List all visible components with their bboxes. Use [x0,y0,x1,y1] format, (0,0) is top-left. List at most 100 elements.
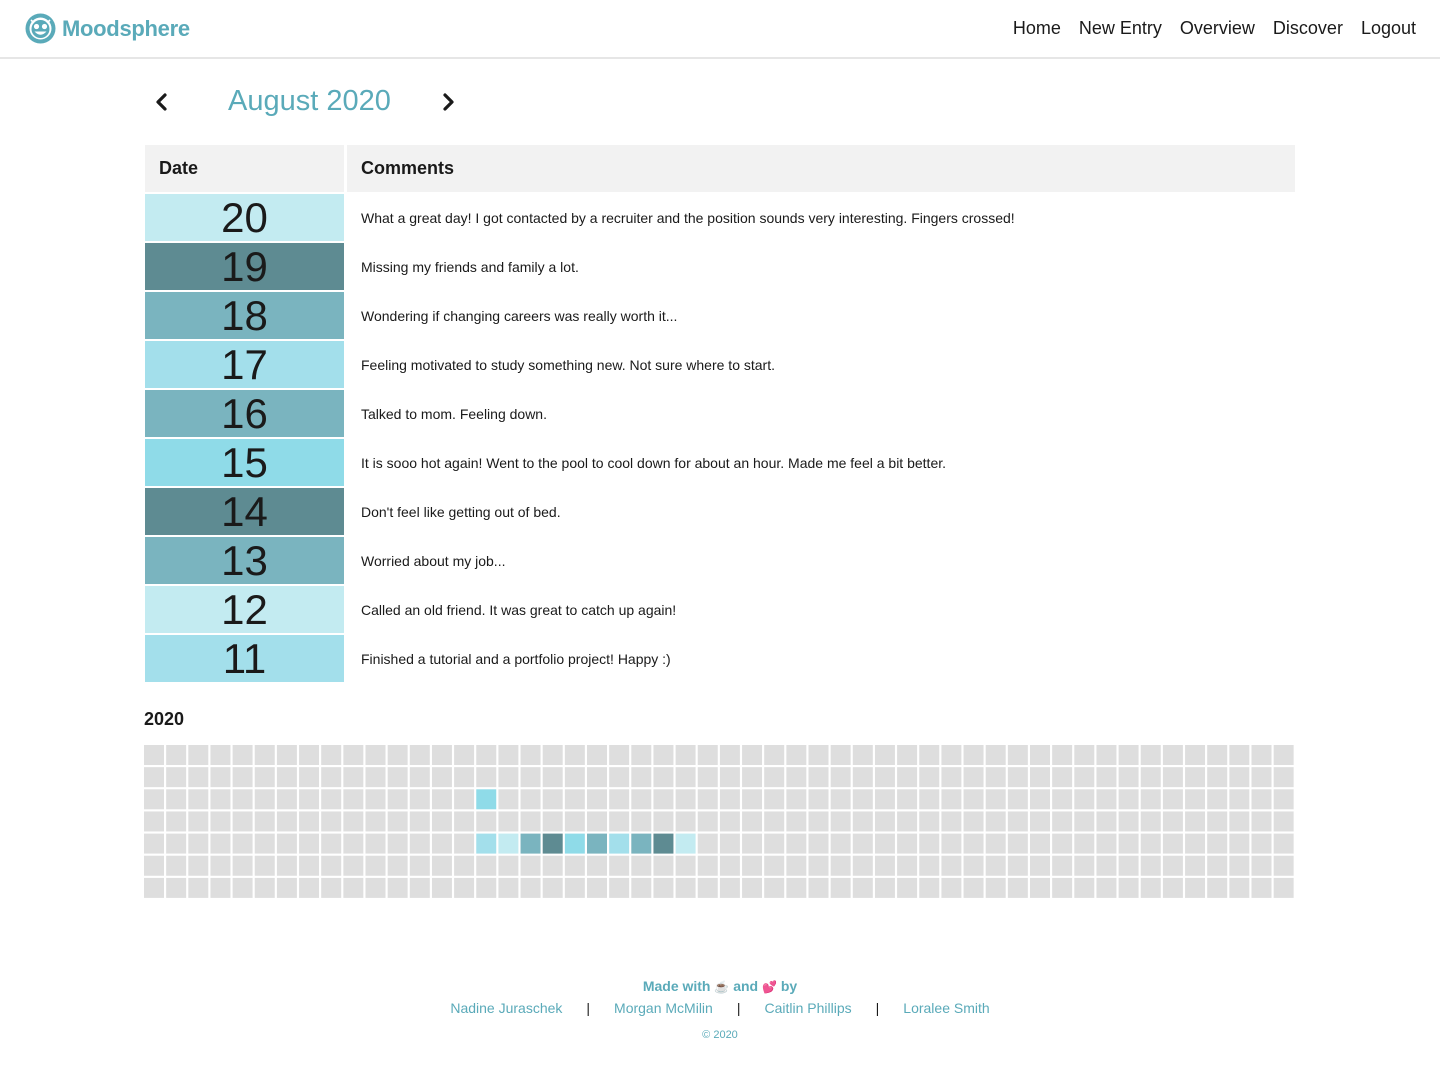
year-grid-cell[interactable] [786,855,807,876]
year-grid-cell[interactable] [697,745,718,765]
year-grid-cell[interactable] [764,767,785,788]
year-grid-cell[interactable] [786,811,807,832]
year-grid-cell[interactable] [742,811,763,832]
year-grid-cell[interactable] [874,855,895,876]
year-grid-cell[interactable] [454,745,475,765]
year-grid-cell[interactable] [343,833,364,854]
year-grid-cell[interactable] [1030,855,1050,876]
year-grid-cell[interactable] [764,833,785,854]
year-grid-cell[interactable] [564,745,585,765]
year-grid-cell[interactable] [675,767,696,788]
year-grid-cell[interactable] [1229,877,1250,898]
year-grid-cell[interactable] [1229,855,1250,876]
year-grid-cell[interactable] [409,833,430,854]
year-grid-cell[interactable] [1118,855,1139,876]
year-grid-cell[interactable] [166,877,187,898]
year-grid-cell[interactable] [874,789,895,810]
year-grid-cell[interactable] [1140,833,1161,854]
year-grid-cell[interactable] [587,877,607,898]
year-grid-cell[interactable] [431,767,452,788]
year-grid-cell[interactable] [1096,833,1117,854]
year-grid-cell[interactable] [454,789,475,810]
year-grid-cell[interactable] [232,811,253,832]
year-grid-cell[interactable] [653,855,674,876]
year-grid-cell[interactable] [1273,855,1294,876]
year-grid-cell[interactable] [188,745,209,765]
year-grid-cell[interactable] [1273,745,1294,765]
year-grid-cell[interactable] [697,833,718,854]
table-row[interactable]: 17 Feeling motivated to study something n… [145,339,1295,388]
year-grid-cell[interactable] [409,767,430,788]
year-grid-cell[interactable] [144,855,164,876]
year-grid-cell[interactable] [719,767,740,788]
year-grid-cell[interactable] [963,833,984,854]
year-grid-cell[interactable] [365,811,386,832]
table-row[interactable]: 18 Wondering if changing careers was real… [145,290,1295,339]
year-grid-cell[interactable] [1007,811,1028,832]
year-grid-cell[interactable] [1229,811,1250,832]
year-grid-cell[interactable] [786,789,807,810]
year-grid-cell[interactable] [1185,877,1206,898]
year-grid-cell[interactable] [1030,767,1050,788]
year-grid-cell[interactable] [1140,789,1161,810]
year-grid-cell[interactable] [1074,767,1095,788]
year-grid-cell[interactable] [897,855,918,876]
year-grid-cell[interactable] [852,789,873,810]
year-grid-cell[interactable] [808,855,829,876]
year-grid-cell[interactable] [1118,833,1139,854]
year-grid-cell[interactable] [941,811,962,832]
year-grid-cell[interactable] [542,789,563,810]
year-grid-cell[interactable] [299,811,320,832]
year-grid-cell[interactable] [985,789,1006,810]
year-grid-cell[interactable] [498,833,519,854]
year-grid-cell[interactable] [498,745,519,765]
year-grid-cell[interactable] [653,811,674,832]
year-grid-cell[interactable] [1118,877,1139,898]
year-grid-cell[interactable] [1207,745,1228,765]
year-grid-cell[interactable] [321,789,342,810]
year-grid-cell[interactable] [1030,877,1050,898]
year-grid-cell[interactable] [188,833,209,854]
year-grid-cell[interactable] [1273,877,1294,898]
year-grid-cell[interactable] [1162,877,1183,898]
year-grid-cell[interactable] [941,877,962,898]
nav-overview[interactable]: Overview [1180,18,1255,39]
year-grid-cell[interactable] [941,767,962,788]
year-grid-cell[interactable] [409,877,430,898]
year-grid-cell[interactable] [1229,767,1250,788]
year-grid-cell[interactable] [166,767,187,788]
year-grid-cell[interactable] [365,855,386,876]
year-grid-cell[interactable] [210,811,231,832]
year-grid-cell[interactable] [941,833,962,854]
year-grid-cell[interactable] [1118,789,1139,810]
year-grid-cell[interactable] [897,789,918,810]
year-grid-cell[interactable] [564,789,585,810]
year-grid-cell[interactable] [365,767,386,788]
year-grid-cell[interactable] [1096,745,1117,765]
year-grid-cell[interactable] [852,767,873,788]
year-grid-cell[interactable] [520,877,541,898]
year-grid-cell[interactable] [1052,855,1073,876]
year-grid-cell[interactable] [232,877,253,898]
year-grid-cell[interactable] [1007,767,1028,788]
year-grid-cell[interactable] [697,811,718,832]
year-grid-cell[interactable] [431,811,452,832]
nav-discover[interactable]: Discover [1273,18,1343,39]
year-grid-cell[interactable] [276,833,297,854]
year-grid-cell[interactable] [1074,811,1095,832]
year-grid-cell[interactable] [719,833,740,854]
year-grid-cell[interactable] [520,811,541,832]
year-grid-cell[interactable] [742,833,763,854]
year-grid-cell[interactable] [963,745,984,765]
year-grid-cell[interactable] [631,811,652,832]
year-grid-cell[interactable] [897,877,918,898]
table-row[interactable]: 16 Talked to mom. Feeling down. [145,388,1295,437]
year-grid-cell[interactable] [564,833,585,854]
year-grid-cell[interactable] [454,877,475,898]
year-grid-cell[interactable] [166,789,187,810]
year-grid-cell[interactable] [343,767,364,788]
year-grid-cell[interactable] [1140,745,1161,765]
year-grid-cell[interactable] [742,789,763,810]
year-grid-cell[interactable] [1007,877,1028,898]
year-grid-cell[interactable] [1007,745,1028,765]
